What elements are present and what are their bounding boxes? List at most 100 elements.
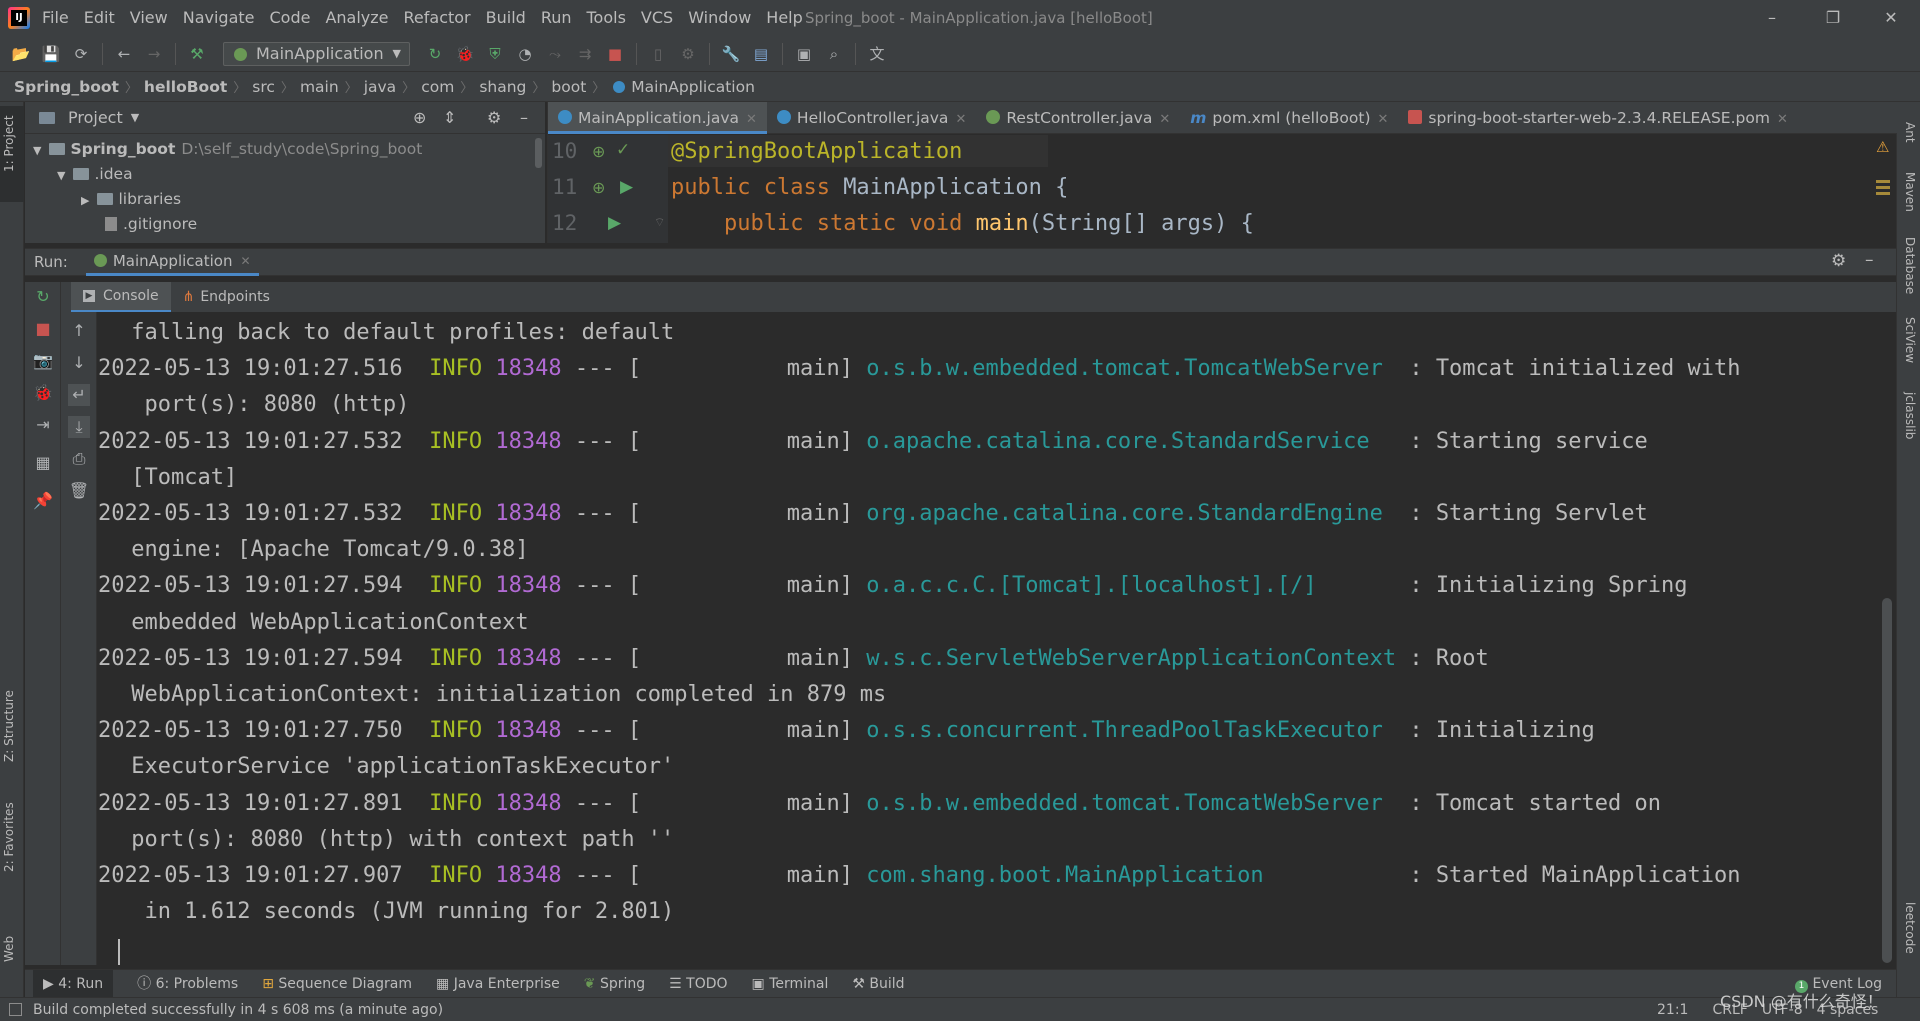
tool-tab-todo[interactable]: ☰ TODO (669, 970, 727, 998)
save-icon[interactable]: 💾 (39, 42, 63, 66)
menu-navigate[interactable]: Navigate (183, 0, 255, 36)
run-gutter-icon[interactable]: ▶ (608, 213, 621, 233)
rerun-icon[interactable]: ↻ (32, 286, 54, 308)
hide-icon[interactable]: – (520, 108, 528, 127)
gear-icon[interactable]: ⚙ (1831, 251, 1846, 271)
tree-item-idea[interactable]: ▼ .idea (57, 162, 133, 187)
pin-icon[interactable]: 📌 (32, 490, 54, 512)
breadcrumb-item[interactable]: main (300, 78, 339, 96)
menu-analyze[interactable]: Analyze (325, 0, 388, 36)
gear-icon[interactable]: ⚙ (487, 108, 501, 127)
breadcrumb-item[interactable]: src (252, 78, 275, 96)
breadcrumb-item[interactable]: Spring_boot (14, 78, 119, 96)
tool-tab-database[interactable]: Database (1903, 237, 1917, 294)
stop-icon[interactable]: ■ (32, 318, 54, 340)
tab-hellocontroller-java[interactable]: HelloController.java ✕ (767, 102, 976, 134)
project-scrollbar[interactable] (535, 138, 542, 168)
tool-tab-structure[interactable]: Z: Structure (2, 690, 16, 762)
tool-tab-favorites[interactable]: 2: Favorites (2, 802, 16, 872)
tool-tab-jclasslib[interactable]: jclasslib (1903, 392, 1917, 439)
tool-tab-leetcode[interactable]: leetcode (1903, 902, 1917, 954)
spring-bean-gutter-icon[interactable]: ⊕ (592, 142, 605, 161)
build-hammer-icon[interactable]: ⚒ (185, 42, 209, 66)
status-message[interactable]: Build completed successfully in 4 s 608 … (33, 998, 443, 1021)
menu-vcs[interactable]: VCS (641, 0, 673, 36)
rerun-icon[interactable]: ↻ (423, 42, 447, 66)
tab-console[interactable]: ▶ Console (71, 282, 171, 312)
spring-bean-gutter-icon[interactable]: ⊕ (592, 178, 605, 197)
attach-icon[interactable]: ⤳ (543, 42, 567, 66)
tool-tab-web[interactable]: Web (2, 936, 16, 962)
debug-icon[interactable]: 🐞 (32, 382, 54, 404)
tool-tab-problems[interactable]: ⓘ 6: Problems (137, 970, 238, 998)
tool-tab-spring[interactable]: ❦ Spring (584, 970, 645, 998)
menu-code[interactable]: Code (270, 0, 311, 36)
menu-run[interactable]: Run (541, 0, 572, 36)
menu-build[interactable]: Build (486, 0, 526, 36)
device-icon[interactable]: ▯ (646, 42, 670, 66)
print-icon[interactable]: ⎙ (68, 448, 90, 470)
breadcrumb-item[interactable]: shang (479, 78, 526, 96)
tab-mainapplication-java[interactable]: MainApplication.java ✕ (548, 101, 767, 134)
menu-tools[interactable]: Tools (587, 0, 626, 36)
camera-icon[interactable]: 📷 (32, 350, 54, 372)
code-line[interactable]: public static void main(String[] args) { (671, 211, 1254, 236)
run-gutter-icon[interactable]: ▶ (620, 177, 633, 197)
search-icon[interactable]: ⌕ (822, 42, 846, 66)
forward-icon[interactable]: → (142, 42, 166, 66)
wrench-icon[interactable]: 🔧 (719, 42, 743, 66)
profile-icon[interactable]: ◔ (513, 42, 537, 66)
tab-endpoints[interactable]: ⋔ Endpoints (171, 282, 282, 312)
menu-window[interactable]: Window (688, 0, 751, 36)
tool-tab-maven[interactable]: Maven (1903, 172, 1917, 212)
breadcrumb-item[interactable]: helloBoot (144, 78, 227, 96)
spring-gutter-icon[interactable]: ✓ (616, 140, 630, 160)
stop-icon[interactable]: ■ (603, 42, 627, 66)
menu-file[interactable]: File (42, 0, 69, 36)
tab-starter-web-pom[interactable]: spring-boot-starter-web-2.3.4.RELEASE.po… (1398, 102, 1797, 134)
project-structure-icon[interactable]: ▤ (749, 42, 773, 66)
status-toggle-icon[interactable] (9, 1003, 22, 1016)
collapse-all-icon[interactable]: ⇕ (443, 108, 456, 127)
sync-icon[interactable]: ⟳ (69, 42, 93, 66)
translate-icon[interactable]: 文 (865, 42, 889, 66)
tab-restcontroller-java[interactable]: RestController.java ✕ (976, 102, 1180, 134)
tree-item-gitignore[interactable]: .gitignore (105, 212, 197, 237)
close-tab-icon[interactable]: ✕ (955, 112, 966, 127)
chevron-down-icon[interactable]: ▼ (131, 111, 139, 124)
layout-icon[interactable]: ▦ (32, 452, 54, 474)
coverage-icon[interactable]: ⛨ (483, 42, 507, 66)
trash-icon[interactable]: 🗑 (68, 480, 90, 502)
arrow-down-icon[interactable]: ↓ (68, 352, 90, 374)
soft-wrap-icon[interactable]: ↵ (68, 384, 90, 406)
scroll-to-end-icon[interactable]: ⤓ (68, 416, 90, 438)
fold-icon[interactable]: ⌔ (654, 215, 665, 230)
tool-tab-java-enterprise[interactable]: ▦ Java Enterprise (436, 970, 560, 998)
terminal-icon[interactable]: ▣ (792, 42, 816, 66)
tool-tab-project[interactable]: 1: Project (2, 115, 16, 172)
close-tab-icon[interactable]: ✕ (1159, 112, 1170, 127)
step-icon[interactable]: ⇉ (573, 42, 597, 66)
close-button[interactable]: ✕ (1864, 0, 1918, 36)
debug-icon[interactable]: 🐞 (453, 42, 477, 66)
tool-tab-run[interactable]: ▶ 4: Run (33, 969, 114, 998)
open-folder-icon[interactable]: 📂 (9, 42, 33, 66)
console-scrollbar[interactable] (1882, 598, 1892, 963)
exit-icon[interactable]: ⇥ (32, 414, 54, 436)
locate-icon[interactable]: ⊕ (413, 108, 426, 127)
restore-button[interactable]: ❐ (1806, 0, 1860, 36)
menu-refactor[interactable]: Refactor (404, 0, 471, 36)
run-config-tab[interactable]: MainApplication ✕ (85, 248, 259, 276)
breadcrumb-item[interactable]: com (421, 78, 454, 96)
warning-icon[interactable]: ⚠ (1876, 138, 1889, 156)
minimize-button[interactable]: – (1745, 0, 1799, 36)
menu-help[interactable]: Help (766, 0, 802, 36)
project-view-selector[interactable]: Project (68, 108, 123, 127)
tree-item-libraries[interactable]: ▶ libraries (81, 187, 181, 212)
tab-pom-xml[interactable]: m pom.xml (helloBoot) ✕ (1180, 102, 1398, 134)
close-tab-icon[interactable]: ✕ (1378, 112, 1389, 127)
close-tab-icon[interactable]: ✕ (746, 112, 757, 127)
breadcrumb-item[interactable]: boot (551, 78, 586, 96)
menu-edit[interactable]: Edit (84, 0, 115, 36)
code-line[interactable]: @SpringBootApplication (671, 139, 962, 164)
